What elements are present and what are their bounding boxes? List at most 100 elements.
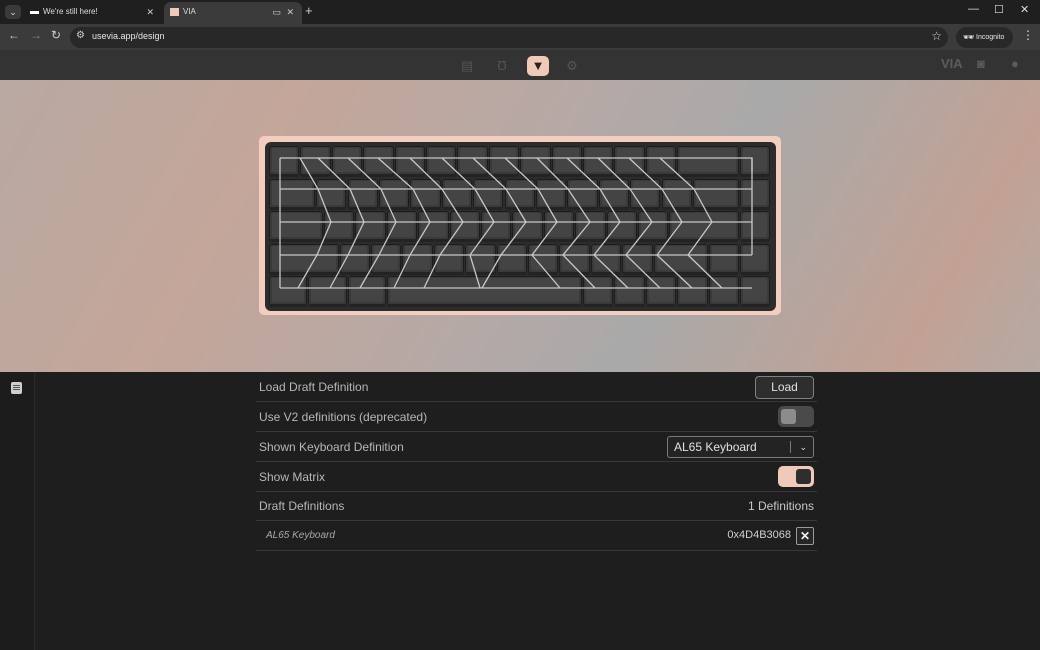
keycap[interactable] xyxy=(708,243,739,275)
keycap[interactable] xyxy=(606,211,637,242)
keycap[interactable] xyxy=(677,276,708,307)
keycap[interactable] xyxy=(630,178,661,210)
browser-tab-active[interactable]: VIA ▭ ✕ xyxy=(164,2,302,24)
keycap[interactable] xyxy=(692,178,739,210)
keycap[interactable] xyxy=(520,146,551,177)
keycap[interactable] xyxy=(740,146,771,177)
keycap[interactable] xyxy=(551,146,582,177)
keycap[interactable] xyxy=(575,211,606,242)
keycap[interactable] xyxy=(386,211,418,242)
use-v2-toggle[interactable] xyxy=(778,406,814,427)
keycap[interactable] xyxy=(614,276,645,307)
back-icon[interactable]: ← xyxy=(8,28,20,42)
reload-icon[interactable]: ↻ xyxy=(51,28,61,42)
bookmark-star-icon[interactable]: ☆ xyxy=(931,29,942,43)
tab-close-icon[interactable]: ✕ xyxy=(286,2,294,22)
load-button[interactable]: Load xyxy=(755,376,814,399)
keycap[interactable] xyxy=(740,178,771,210)
keycap[interactable] xyxy=(465,243,496,275)
keycap[interactable] xyxy=(740,276,771,307)
keycap[interactable] xyxy=(402,243,433,275)
keycap[interactable] xyxy=(740,243,771,275)
keycap[interactable] xyxy=(708,276,739,307)
keycap[interactable] xyxy=(269,276,308,307)
keycap[interactable] xyxy=(598,178,630,210)
tab-close-icon[interactable]: ✕ xyxy=(146,2,154,22)
url-text[interactable]: usevia.app/design xyxy=(92,31,165,41)
keycap[interactable] xyxy=(583,146,614,177)
keycap[interactable] xyxy=(316,178,347,210)
keycap[interactable] xyxy=(622,243,653,275)
keycap[interactable] xyxy=(480,211,512,242)
keycap[interactable] xyxy=(347,276,386,307)
keycap[interactable] xyxy=(543,211,575,242)
maximize-icon[interactable]: ☐ xyxy=(994,3,1004,16)
keycap[interactable] xyxy=(457,146,488,177)
keycap[interactable] xyxy=(449,211,480,242)
keycap[interactable] xyxy=(308,276,347,307)
keycap[interactable] xyxy=(504,178,535,210)
chevron-down-icon[interactable]: ⌄ xyxy=(799,437,807,457)
keycap[interactable] xyxy=(637,211,669,242)
forward-icon[interactable]: → xyxy=(30,28,42,42)
keycap[interactable] xyxy=(323,211,355,242)
keycap[interactable] xyxy=(418,211,449,242)
site-info-icon[interactable]: ⚙ xyxy=(76,30,85,41)
keycap[interactable] xyxy=(645,276,677,307)
keycap[interactable] xyxy=(347,178,378,210)
keycap[interactable] xyxy=(426,146,457,177)
gear-icon[interactable]: ⚙ xyxy=(561,56,583,76)
tab-search-icon[interactable]: ⌄ xyxy=(5,5,21,19)
browser-menu-icon[interactable]: ⋮ xyxy=(1022,28,1034,42)
browser-tab[interactable]: We're still here! ✕ xyxy=(24,2,162,24)
address-bar[interactable]: ⚙ usevia.app/design ☆ xyxy=(70,27,948,48)
keycap[interactable] xyxy=(371,243,402,275)
paintbrush-icon[interactable]: ▼ xyxy=(527,56,549,76)
keycap[interactable] xyxy=(363,146,394,177)
keycap[interactable] xyxy=(339,243,371,275)
keycap[interactable] xyxy=(614,146,645,177)
discord-icon[interactable]: ◙ xyxy=(977,56,985,71)
keycap[interactable] xyxy=(473,178,504,210)
keycap[interactable] xyxy=(378,178,410,210)
keycap[interactable] xyxy=(590,243,622,275)
new-tab-icon[interactable]: + xyxy=(305,3,313,18)
keycap[interactable] xyxy=(567,178,598,210)
keycap[interactable] xyxy=(535,178,567,210)
keycap[interactable] xyxy=(355,211,386,242)
keycap[interactable] xyxy=(669,211,739,242)
remove-definition-button[interactable]: ✕ xyxy=(796,527,814,545)
keyboard-icon[interactable]: ▤ xyxy=(456,56,478,76)
magnet-icon[interactable]: Ʊ xyxy=(491,56,513,76)
keycap[interactable] xyxy=(677,146,739,177)
keycap[interactable] xyxy=(645,146,677,177)
keycap[interactable] xyxy=(269,146,300,177)
keycap[interactable] xyxy=(512,211,543,242)
keycap[interactable] xyxy=(269,211,323,242)
keycap[interactable] xyxy=(488,146,520,177)
window-close-icon[interactable]: ✕ xyxy=(1020,3,1029,16)
definition-select[interactable]: AL65 Keyboard ⌄ xyxy=(667,436,814,458)
keycap[interactable] xyxy=(653,243,708,275)
incognito-badge[interactable]: 🕶 Incognito xyxy=(956,27,1013,48)
keycap[interactable] xyxy=(386,276,582,307)
keycap[interactable] xyxy=(433,243,465,275)
show-matrix-toggle[interactable] xyxy=(778,466,814,487)
keycap[interactable] xyxy=(269,178,316,210)
document-icon[interactable] xyxy=(11,382,22,394)
keycap[interactable] xyxy=(394,146,425,177)
via-logo[interactable]: VIA xyxy=(941,56,963,71)
keycap[interactable] xyxy=(496,243,528,275)
keycap[interactable] xyxy=(583,276,614,307)
keycap[interactable] xyxy=(269,243,339,275)
keycap[interactable] xyxy=(559,243,590,275)
minimize-icon[interactable]: — xyxy=(968,3,979,15)
keycap[interactable] xyxy=(740,211,771,242)
tab-media-icon[interactable]: ▭ xyxy=(272,2,281,22)
keycap[interactable] xyxy=(410,178,441,210)
github-icon[interactable]: ● xyxy=(1011,56,1019,71)
keycap[interactable] xyxy=(528,243,559,275)
keycap[interactable] xyxy=(441,178,473,210)
keycap[interactable] xyxy=(300,146,331,177)
keycap[interactable] xyxy=(331,146,363,177)
